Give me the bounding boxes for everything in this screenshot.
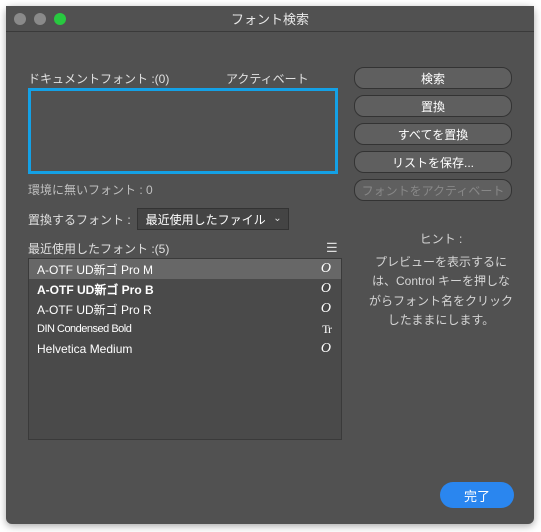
font-type-icon: O (321, 261, 331, 277)
list-options-icon[interactable]: ☰ (326, 240, 338, 256)
font-name: Helvetica Medium (37, 342, 132, 356)
hint-title: ヒント : (366, 230, 516, 249)
font-type-icon: O (321, 301, 331, 317)
chevron-down-icon: ⌄ (273, 213, 281, 224)
font-name: A-OTF UD新ゴ Pro M (37, 261, 153, 278)
replace-font-select[interactable]: 最近使用したファイル ⌄ (137, 208, 289, 230)
document-font-label: ドキュメントフォント :(0) (28, 70, 169, 87)
window-title: フォント検索 (6, 9, 534, 28)
font-type-icon: Tr (322, 322, 331, 337)
document-font-list[interactable] (28, 88, 338, 174)
font-row[interactable]: DIN Condensed Bold Tr (29, 319, 341, 339)
hint-body: プレビューを表示するには、Control キーを押しながらフォント名をクリックし… (369, 255, 513, 327)
action-buttons: 検索 置換 すべてを置換 リストを保存... フォントをアクティベート (354, 67, 512, 201)
activate-column-label: アクティベート (226, 70, 309, 87)
font-row[interactable]: A-OTF UD新ゴ Pro B O (29, 279, 341, 299)
font-row[interactable]: Helvetica Medium O (29, 339, 341, 359)
font-type-icon: O (321, 341, 331, 357)
font-row[interactable]: A-OTF UD新ゴ Pro R O (29, 299, 341, 319)
titlebar: フォント検索 (6, 6, 534, 32)
replace-button[interactable]: 置換 (354, 95, 512, 117)
replace-all-button[interactable]: すべてを置換 (354, 123, 512, 145)
hint-text: ヒント : プレビューを表示するには、Control キーを押しながらフォント名… (366, 230, 516, 330)
recent-fonts-list: A-OTF UD新ゴ Pro M O A-OTF UD新ゴ Pro B O A-… (28, 258, 342, 440)
font-type-icon: O (321, 281, 331, 297)
activate-font-button: フォントをアクティベート (354, 179, 512, 201)
font-search-dialog: フォント検索 ドキュメントフォント :(0) アクティベート 環境に無いフォント… (6, 6, 534, 524)
done-button[interactable]: 完了 (440, 482, 514, 508)
replace-row: 置換するフォント : 最近使用したファイル ⌄ (28, 208, 289, 230)
content: ドキュメントフォント :(0) アクティベート 環境に無いフォント : 0 置換… (6, 32, 534, 524)
font-name: A-OTF UD新ゴ Pro B (37, 281, 154, 298)
replace-font-value: 最近使用したファイル (146, 211, 266, 228)
font-name: DIN Condensed Bold (37, 323, 131, 335)
missing-fonts-label: 環境に無いフォント : 0 (28, 181, 153, 198)
list-empty-area (29, 359, 341, 439)
search-button[interactable]: 検索 (354, 67, 512, 89)
replace-font-label: 置換するフォント : (28, 211, 131, 228)
save-list-button[interactable]: リストを保存... (354, 151, 512, 173)
font-row[interactable]: A-OTF UD新ゴ Pro M O (29, 259, 341, 279)
font-name: A-OTF UD新ゴ Pro R (37, 301, 152, 318)
recent-fonts-label: 最近使用したフォント :(5) (28, 240, 169, 257)
